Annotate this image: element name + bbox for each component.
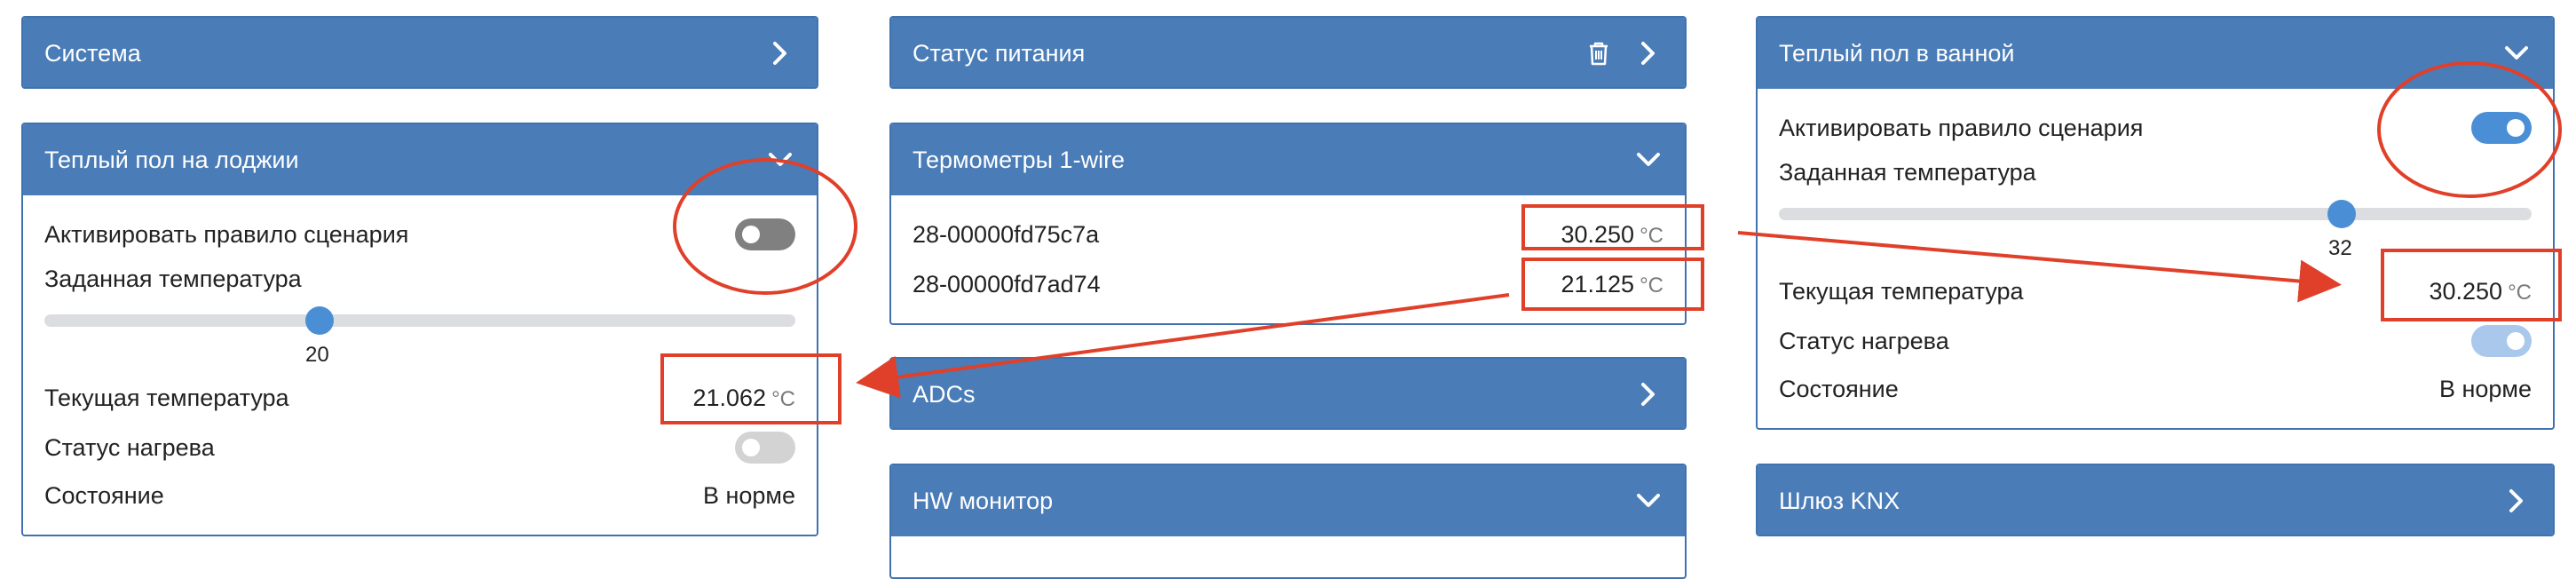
current-temp-label: Текущая температура — [1779, 277, 2024, 305]
card-header[interactable]: Термометры 1-wire — [891, 124, 1685, 195]
chevron-down-icon[interactable] — [2501, 38, 2532, 68]
card-header[interactable]: Система — [23, 18, 817, 87]
activate-row: Активировать правило сценария — [1779, 110, 2532, 146]
activate-label: Активировать правило сценария — [44, 220, 409, 248]
slider-handle[interactable] — [2327, 200, 2356, 228]
trash-icon[interactable] — [1584, 38, 1614, 68]
current-temp-value: 30.250 °C — [2429, 277, 2532, 305]
chevron-down-icon[interactable] — [1633, 486, 1663, 516]
chevron-right-icon[interactable] — [1633, 379, 1663, 409]
heating-toggle — [735, 432, 795, 464]
state-value: В норме — [702, 481, 795, 509]
card-title: Система — [44, 39, 141, 67]
card-power[interactable]: Статус питания — [889, 16, 1687, 89]
chevron-right-icon[interactable] — [1633, 38, 1663, 68]
setpoint-row: Заданная температура — [44, 261, 795, 297]
card-title: Теплый пол на лоджии — [44, 146, 299, 173]
sensor-id: 28-00000fd75c7a — [913, 220, 1100, 248]
card-title: Теплый пол в ванной — [1779, 39, 2015, 67]
setpoint-slider[interactable] — [44, 314, 795, 327]
slider-handle[interactable] — [305, 306, 334, 335]
heating-row: Статус нагрева — [44, 430, 795, 465]
current-temp-row: Текущая температура 21.062 °C — [44, 380, 795, 416]
card-knx[interactable]: Шлюз KNX — [1756, 464, 2555, 536]
card-title: Шлюз KNX — [1779, 487, 1900, 514]
chevron-right-icon[interactable] — [765, 38, 795, 68]
setpoint-value: 32 — [2328, 236, 2352, 260]
activate-toggle[interactable] — [2471, 112, 2532, 144]
sensor-id: 28-00000fd7ad74 — [913, 270, 1101, 297]
card-title: HW монитор — [913, 487, 1054, 514]
card-loggia: Теплый пол на лоджии Активировать правил… — [21, 123, 818, 536]
state-label: Состояние — [44, 481, 164, 509]
card-header[interactable]: Шлюз KNX — [1758, 465, 2553, 535]
card-title: Термометры 1-wire — [913, 146, 1126, 173]
state-value: В норме — [2438, 375, 2532, 402]
current-temp-value: 21.062 °C — [692, 384, 795, 411]
state-row: Состояние В норме — [1779, 371, 2532, 407]
card-adcs[interactable]: ADCs — [889, 357, 1687, 430]
activate-row: Активировать правило сценария — [44, 217, 795, 252]
state-label: Состояние — [1779, 375, 1899, 402]
heating-label: Статус нагрева — [1779, 327, 1949, 354]
current-temp-row: Текущая температура 30.250 °C — [1779, 274, 2532, 309]
heating-toggle — [2471, 325, 2532, 357]
sensor-value: 30.250 °C — [1561, 220, 1663, 248]
card-header[interactable]: Теплый пол на лоджии — [23, 124, 817, 195]
card-onewire: Термометры 1-wire 28-00000fd75c7a 30.250… — [889, 123, 1687, 325]
chevron-down-icon[interactable] — [765, 145, 795, 175]
card-title: ADCs — [913, 380, 976, 408]
heating-row: Статус нагрева — [1779, 323, 2532, 359]
setpoint-slider[interactable] — [1779, 208, 2532, 220]
card-hw-monitor: HW монитор — [889, 464, 1687, 579]
current-temp-label: Текущая температура — [44, 384, 289, 411]
sensor-value: 21.125 °C — [1561, 270, 1663, 297]
activate-label: Активировать правило сценария — [1779, 114, 2144, 141]
heating-label: Статус нагрева — [44, 433, 215, 461]
card-bathroom: Теплый пол в ванной Активировать правило… — [1756, 16, 2555, 430]
state-row: Состояние В норме — [44, 478, 795, 513]
setpoint-label: Заданная температура — [44, 265, 302, 292]
setpoint-row: Заданная температура — [1779, 155, 2532, 190]
chevron-right-icon[interactable] — [2501, 486, 2532, 516]
card-header[interactable]: ADCs — [891, 359, 1685, 428]
chevron-down-icon[interactable] — [1633, 145, 1663, 175]
setpoint-value: 20 — [305, 343, 329, 367]
activate-toggle[interactable] — [735, 218, 795, 250]
sensor-row: 28-00000fd7ad74 21.125 °C — [913, 266, 1663, 302]
card-header[interactable]: Теплый пол в ванной — [1758, 18, 2553, 89]
card-sistema[interactable]: Система — [21, 16, 818, 89]
setpoint-label: Заданная температура — [1779, 158, 2036, 186]
card-title: Статус питания — [913, 39, 1086, 67]
sensor-row: 28-00000fd75c7a 30.250 °C — [913, 217, 1663, 252]
card-header[interactable]: Статус питания — [891, 18, 1685, 87]
card-header[interactable]: HW монитор — [891, 465, 1685, 536]
